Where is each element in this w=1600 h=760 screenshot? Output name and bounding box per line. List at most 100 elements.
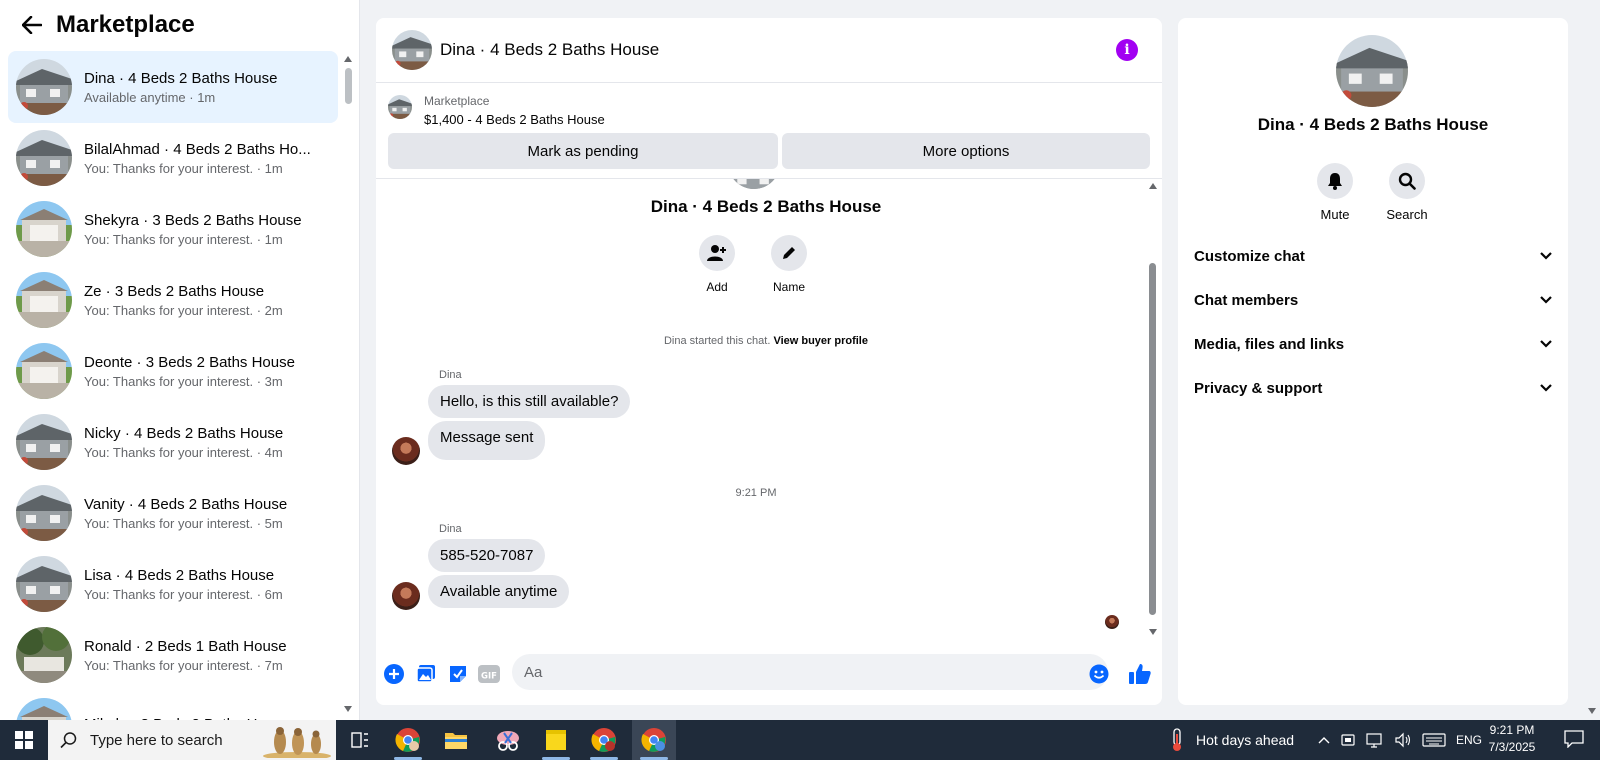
info-avatar[interactable] xyxy=(1336,35,1408,107)
scroll-down-arrow-icon[interactable] xyxy=(1588,708,1596,714)
name-action[interactable]: Name xyxy=(764,235,814,294)
conversation-subtitle: You: Thanks for your interest. · 4m xyxy=(84,444,283,460)
conversation-item[interactable]: Lisa · 4 Beds 2 Baths House You: Thanks f… xyxy=(8,548,338,620)
weather-widget[interactable]: Hot days ahead xyxy=(1170,720,1294,760)
conversation-text: Dina · 4 Beds 2 Baths House Available any… xyxy=(84,70,324,105)
listing-card: Marketplace $1,400 - 4 Beds 2 Baths Hous… xyxy=(376,83,1162,179)
conversation-thumbnail xyxy=(16,414,72,470)
chrome-profile-icon[interactable] xyxy=(582,720,626,760)
conversation-subtitle: You: Thanks for your interest. · 3m xyxy=(84,373,283,389)
search-in-chat-button[interactable]: Search xyxy=(1379,163,1435,222)
emoji-icon[interactable] xyxy=(1089,664,1109,689)
volume-icon[interactable] xyxy=(1394,732,1412,748)
meeting-icon[interactable] xyxy=(1340,732,1356,748)
conversation-item[interactable]: Nicky · 4 Beds 2 Baths House You: Thanks … xyxy=(8,406,338,478)
scroll-up-arrow-icon[interactable] xyxy=(1149,183,1157,189)
message-timestamp: 9:21 PM xyxy=(735,487,777,499)
message-input[interactable] xyxy=(512,654,1108,690)
conversation-item[interactable]: Deonte · 3 Beds 2 Baths House You: Thanks… xyxy=(8,335,338,407)
conversation-item[interactable]: Ze · 3 Beds 2 Baths House You: Thanks for… xyxy=(8,264,338,336)
sender-avatar[interactable] xyxy=(392,437,420,465)
conversation-subtitle: You: Thanks for your interest. · 6m xyxy=(84,586,283,602)
message-bubble[interactable]: 585-520-7087 xyxy=(428,539,546,572)
thumbs-up-icon[interactable] xyxy=(1128,662,1152,691)
add-label: Add xyxy=(706,280,728,294)
conversation-thumbnail xyxy=(16,272,72,328)
more-options-button[interactable]: More options xyxy=(782,133,1150,169)
chat-members-section[interactable]: Chat members xyxy=(1194,282,1552,318)
mark-as-pending-button[interactable]: Mark as pending xyxy=(388,133,778,169)
photo-icon[interactable] xyxy=(416,664,436,689)
add-person-action[interactable]: Add xyxy=(692,235,742,294)
conversation-name: BilalAhmad · 4 Beds 2 Baths Ho... xyxy=(84,140,311,158)
chat-header-name[interactable]: Dina · 4 Beds 2 Baths House xyxy=(440,40,659,60)
conversation-item[interactable]: Shekyra · 3 Beds 2 Baths House You: Thank… xyxy=(8,193,338,265)
conversation-subtitle: You: Thanks for your interest. · 1m xyxy=(84,231,283,247)
notification-icon[interactable] xyxy=(1564,730,1586,750)
privacy-support-section[interactable]: Privacy & support xyxy=(1194,370,1552,406)
sender-avatar[interactable] xyxy=(392,582,420,610)
keyboard-icon[interactable] xyxy=(1422,733,1446,747)
chat-avatar[interactable] xyxy=(392,30,432,70)
section-label: Customize chat xyxy=(1194,247,1305,265)
chrome-profile-icon[interactable] xyxy=(386,720,430,760)
taskbar-clock[interactable]: 9:21 PM 7/3/2025 xyxy=(1470,722,1554,756)
chevron-up-icon[interactable] xyxy=(1318,736,1330,744)
sidebar-scrollbar[interactable] xyxy=(343,56,353,712)
conversation-subtitle: You: Thanks for your interest. · 5m xyxy=(84,515,283,531)
sticker-icon[interactable] xyxy=(448,664,468,689)
sidebar-scroll-thumb[interactable] xyxy=(345,68,352,104)
conversation-item[interactable]: BilalAhmad · 4 Beds 2 Baths Ho... You: Th… xyxy=(8,122,338,194)
search-icon[interactable] xyxy=(1389,163,1425,199)
snipping-tool-icon[interactable] xyxy=(486,720,530,760)
info-icon[interactable]: i xyxy=(1116,39,1138,61)
pencil-icon[interactable] xyxy=(771,235,807,271)
task-view-icon[interactable] xyxy=(338,720,382,760)
taskbar-search-placeholder: Type here to search xyxy=(90,731,223,749)
message-bubble[interactable]: Message sent xyxy=(428,421,546,460)
message-bubble[interactable]: Hello, is this still available? xyxy=(428,385,631,418)
conversation-item[interactable]: Dina · 4 Beds 2 Baths House Available any… xyxy=(8,51,338,123)
scroll-down-arrow-icon[interactable] xyxy=(1149,629,1157,635)
message-sender: Dina xyxy=(439,369,462,381)
windows-start-icon[interactable] xyxy=(0,720,48,760)
chat-scrollbar[interactable] xyxy=(1148,179,1158,639)
mute-button[interactable]: Mute xyxy=(1307,163,1363,222)
conversation-item[interactable]: Ronald · 2 Beds 1 Bath House You: Thanks … xyxy=(8,619,338,691)
listing-thumbnail[interactable] xyxy=(388,95,412,119)
listing-source: Marketplace xyxy=(424,94,490,108)
conversation-text: Nicky · 4 Beds 2 Baths House You: Thanks … xyxy=(84,425,324,460)
info-name: Dina · 4 Beds 2 Baths House xyxy=(1257,115,1489,134)
conversation-item[interactable]: Mikala · 3 Beds 2 Baths H... xyxy=(8,690,338,720)
chevron-down-icon xyxy=(1540,384,1552,392)
bell-icon[interactable] xyxy=(1317,163,1353,199)
sidebar-title: Marketplace xyxy=(56,11,195,38)
plus-circle-icon[interactable] xyxy=(384,664,404,689)
media-files-links-section[interactable]: Media, files and links xyxy=(1194,326,1552,362)
scroll-down-arrow-icon[interactable] xyxy=(344,706,352,712)
customize-chat-section[interactable]: Customize chat xyxy=(1194,238,1552,274)
page-scrollbar[interactable] xyxy=(1584,0,1600,720)
message-bubble[interactable]: Available anytime xyxy=(428,575,570,608)
chevron-down-icon xyxy=(1540,296,1552,304)
network-icon[interactable] xyxy=(1366,732,1384,748)
listing-description[interactable]: $1,400 - 4 Beds 2 Baths House xyxy=(424,112,605,127)
chrome-profile-icon[interactable] xyxy=(632,720,676,760)
conversation-subtitle: You: Thanks for your interest. · 1m xyxy=(84,160,283,176)
seen-indicator-avatar xyxy=(1105,615,1119,629)
back-arrow-icon[interactable] xyxy=(20,13,44,37)
file-explorer-icon[interactable] xyxy=(434,720,478,760)
conversation-thumbnail xyxy=(16,343,72,399)
conversation-thumbnail xyxy=(16,627,72,683)
view-buyer-profile-link[interactable]: View buyer profile xyxy=(773,335,868,347)
chat-header: Dina · 4 Beds 2 Baths House i xyxy=(376,18,1162,83)
conversation-text: Ze · 3 Beds 2 Baths House You: Thanks for… xyxy=(84,283,324,318)
taskbar-search-box[interactable]: Type here to search xyxy=(48,720,336,760)
add-person-icon[interactable] xyxy=(699,235,735,271)
gif-icon[interactable]: GIF xyxy=(478,664,500,689)
chat-scroll-thumb[interactable] xyxy=(1149,263,1156,615)
sidebar-header: Marketplace xyxy=(0,0,359,50)
sticky-notes-icon[interactable] xyxy=(534,720,578,760)
scroll-up-arrow-icon[interactable] xyxy=(344,56,352,62)
conversation-item[interactable]: Vanity · 4 Beds 2 Baths House You: Thanks… xyxy=(8,477,338,549)
